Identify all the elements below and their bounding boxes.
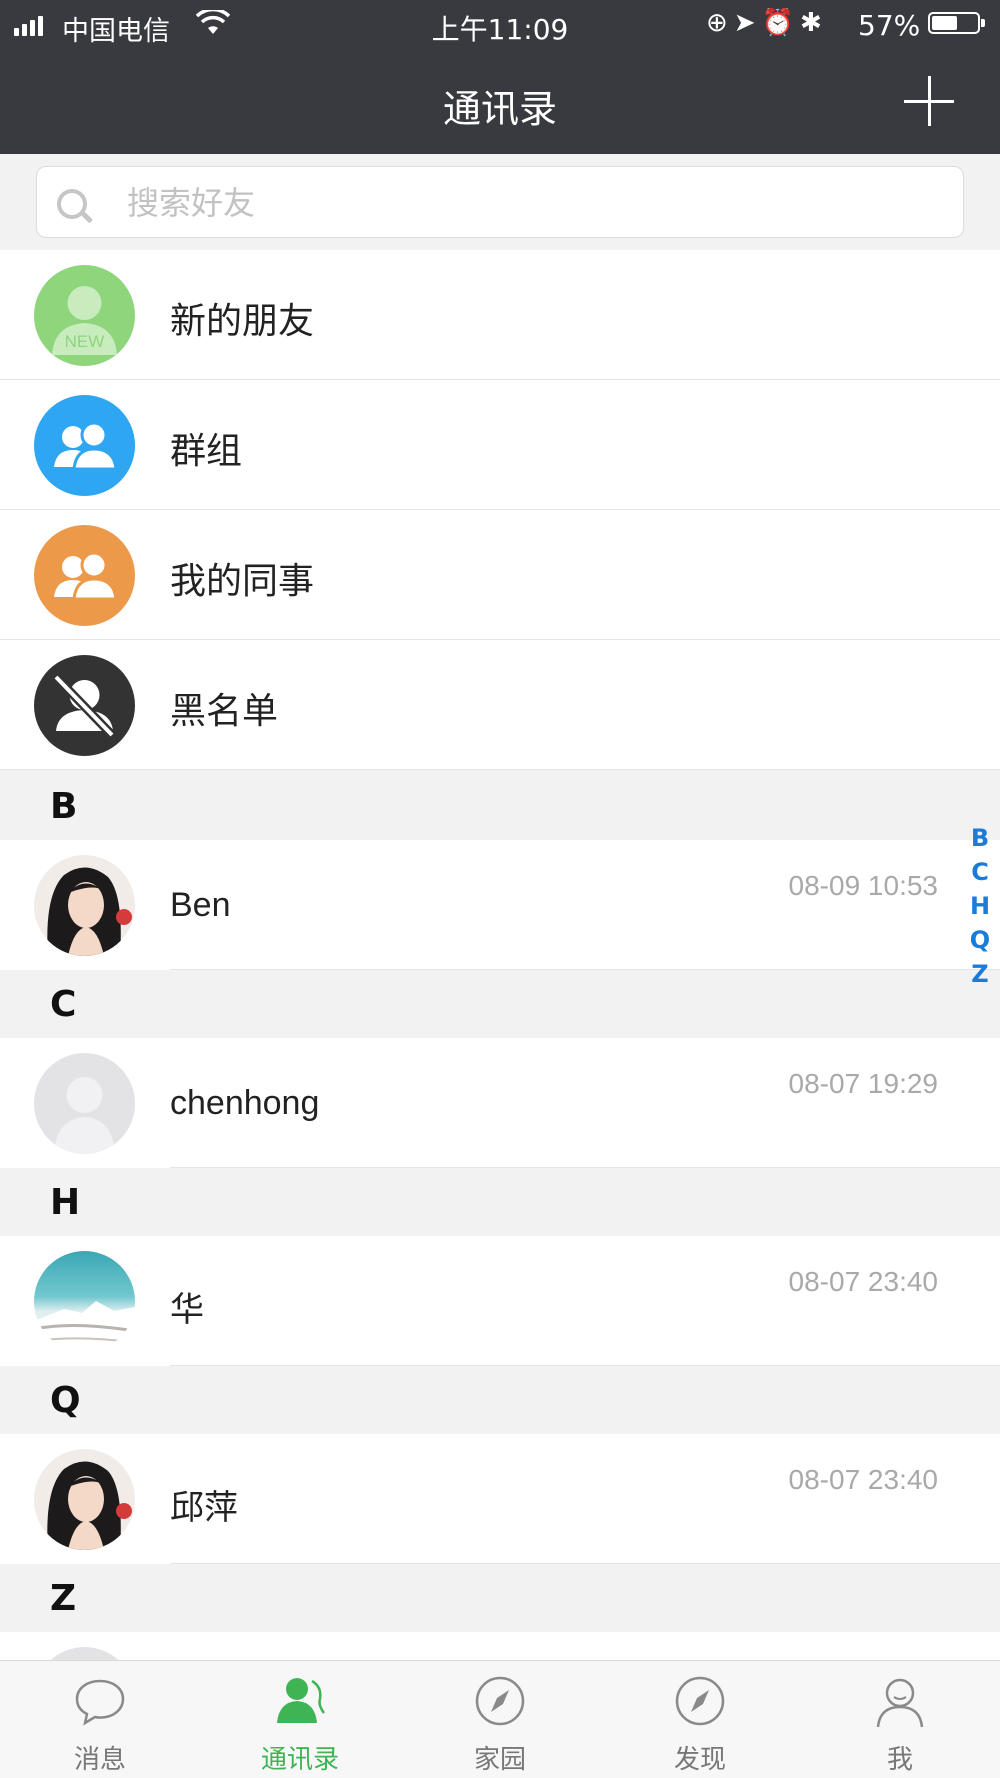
contact-row[interactable]: chenhong 08-07 19:29 (0, 1038, 1000, 1168)
tab-label: 消息 (73, 1745, 126, 1775)
section-letter: H (50, 1182, 81, 1223)
tab-bar: 消息 通讯录 家园 发现 我 (0, 1660, 1000, 1778)
section-header: Z (0, 1564, 1000, 1632)
index-letter[interactable]: Q (968, 926, 992, 960)
battery-icon (928, 12, 985, 34)
section-header: H (0, 1168, 1000, 1236)
contact-row[interactable]: Ben 08-09 10:53 (0, 840, 1000, 970)
contact-time: 08-07 23:40 (788, 1464, 938, 1495)
section-letter: Z (50, 1578, 77, 1619)
index-letter[interactable]: C (968, 858, 992, 892)
fixed-entries: NEW 新的朋友 群组 我的同事 黑名单 (0, 250, 1000, 770)
colleagues-icon (34, 525, 135, 626)
section-header: Q (0, 1366, 1000, 1434)
contact-name: Ben (170, 886, 231, 924)
tab-discover[interactable]: 发现 (600, 1661, 800, 1778)
groups-label: 群组 (170, 431, 243, 472)
nav-bar: 通讯录 (0, 50, 1000, 154)
section-letter: C (50, 984, 77, 1025)
chat-bubble-icon (75, 1679, 125, 1726)
contact-time: 08-09 10:53 (788, 870, 938, 901)
group-icon (34, 395, 135, 496)
default-user-icon (34, 1053, 135, 1154)
tab-me[interactable]: 我 (800, 1661, 1000, 1778)
new-badge: NEW (65, 332, 105, 351)
contact-row[interactable]: 华 08-07 23:40 (0, 1236, 1000, 1366)
search-input[interactable] (125, 179, 929, 227)
tab-label: 我 (886, 1745, 913, 1775)
contact-name: 邱萍 (170, 1489, 238, 1527)
contacts-icon (277, 1678, 326, 1723)
index-letter[interactable]: B (968, 824, 992, 858)
contact-avatar (34, 1449, 135, 1550)
status-bar: 中国电信 上午11:09 ⊕➤⏰✱ 57% (0, 0, 1000, 50)
contact-name: chenhong (170, 1084, 320, 1122)
blacklist-item[interactable]: 黑名单 (0, 640, 1000, 770)
blacklist-label: 黑名单 (170, 691, 279, 732)
compass-icon (475, 1676, 525, 1726)
plus-icon[interactable] (904, 76, 956, 128)
search-box[interactable] (36, 166, 964, 238)
section-letter: Q (50, 1380, 81, 1421)
contact-time: 08-07 23:40 (788, 1266, 938, 1297)
compass-icon (675, 1676, 725, 1726)
battery-percent: 57% (858, 9, 921, 42)
clock: 上午11:09 (431, 13, 569, 46)
tab-contacts[interactable]: 通讯录 (200, 1661, 400, 1778)
blocked-user-icon (34, 655, 135, 756)
new-friends-item[interactable]: NEW 新的朋友 (0, 250, 1000, 380)
page-title: 通讯录 (442, 87, 557, 131)
status-icons: ⊕➤⏰✱ (706, 8, 828, 38)
contact-time: 08-07 19:29 (788, 1068, 938, 1099)
groups-item[interactable]: 群组 (0, 380, 1000, 510)
search-icon (57, 189, 87, 219)
tab-label: 发现 (673, 1745, 726, 1775)
index-letter[interactable]: H (968, 892, 992, 926)
contact-avatar (34, 1251, 135, 1352)
new-friends-label: 新的朋友 (170, 301, 315, 342)
colleagues-label: 我的同事 (170, 561, 315, 602)
profile-icon (876, 1678, 924, 1728)
section-letter: B (50, 786, 78, 827)
contact-name: 华 (170, 1291, 204, 1329)
new-friend-icon: NEW (34, 265, 135, 366)
tab-label: 通讯录 (260, 1745, 339, 1775)
contact-row[interactable]: 邱萍 08-07 23:40 (0, 1434, 1000, 1564)
section-header: C (0, 970, 1000, 1038)
tab-messages[interactable]: 消息 (0, 1661, 200, 1778)
contact-avatar (34, 855, 135, 956)
colleagues-item[interactable]: 我的同事 (0, 510, 1000, 640)
contact-sections: B Ben 08-09 10:53 C chenhong 08-07 19:29… (0, 772, 1000, 1762)
tab-home[interactable]: 家园 (400, 1661, 600, 1778)
index-letter[interactable]: Z (968, 960, 992, 994)
tab-label: 家园 (473, 1745, 526, 1775)
alphabet-index[interactable]: B C H Q Z (968, 824, 992, 994)
search-area (0, 154, 1000, 250)
section-header: B (0, 772, 1000, 840)
